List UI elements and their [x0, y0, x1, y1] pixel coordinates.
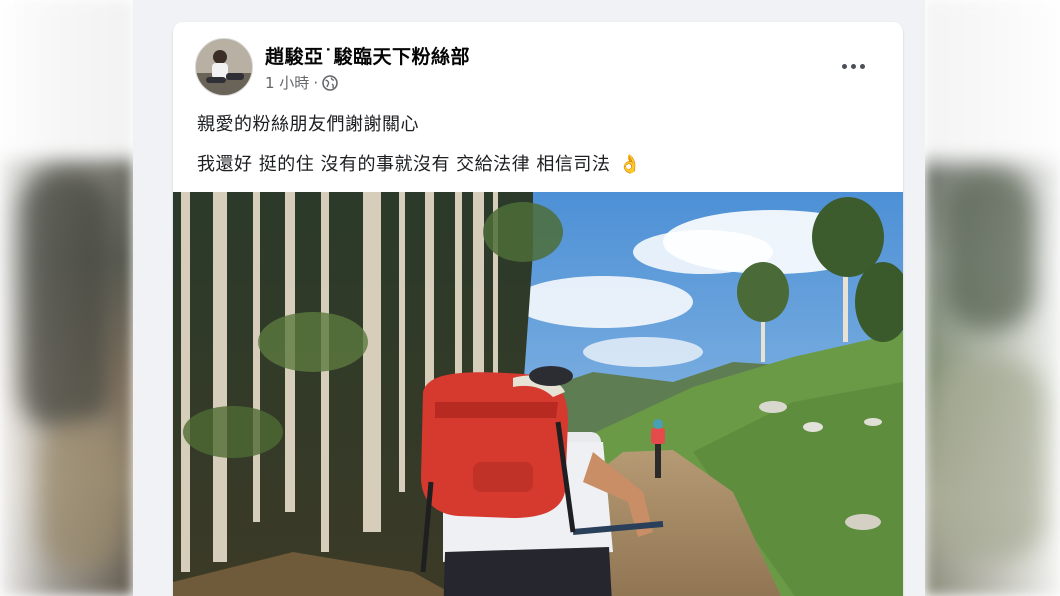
post-text-line-2: 我還好 挺的住 沒有的事就沒有 交給法律 相信司法 👌 — [197, 150, 642, 176]
post-text-line-1: 親愛的粉絲朋友們謝謝關心 — [197, 114, 419, 135]
ok-hand-emoji-icon: 👌 — [618, 154, 642, 175]
post-card: 趙駿亞˙駿臨天下粉絲部 1 小時 · 親愛的粉絲朋友們謝謝關心 我還好 挺的住 … — [173, 22, 903, 596]
post-timestamp[interactable]: 1 小時 — [265, 72, 309, 93]
author-name[interactable]: 趙駿亞˙駿臨天下粉絲部 — [265, 42, 470, 69]
author-avatar[interactable] — [195, 38, 253, 96]
meta-separator: · — [313, 73, 319, 92]
blurred-background-left — [0, 0, 133, 596]
screenshot-stage: 趙駿亞˙駿臨天下粉絲部 1 小時 · 親愛的粉絲朋友們謝謝關心 我還好 挺的住 … — [0, 0, 1060, 596]
post-meta: 1 小時 · — [265, 72, 338, 93]
more-options-icon[interactable] — [833, 52, 873, 80]
blurred-background-right — [925, 0, 1060, 596]
post-photo[interactable] — [173, 192, 903, 596]
globe-icon[interactable] — [322, 74, 338, 91]
post-text-line-2-text: 我還好 挺的住 沒有的事就沒有 交給法律 相信司法 — [197, 154, 611, 175]
news-feed: 趙駿亞˙駿臨天下粉絲部 1 小時 · 親愛的粉絲朋友們謝謝關心 我還好 挺的住 … — [133, 0, 925, 596]
